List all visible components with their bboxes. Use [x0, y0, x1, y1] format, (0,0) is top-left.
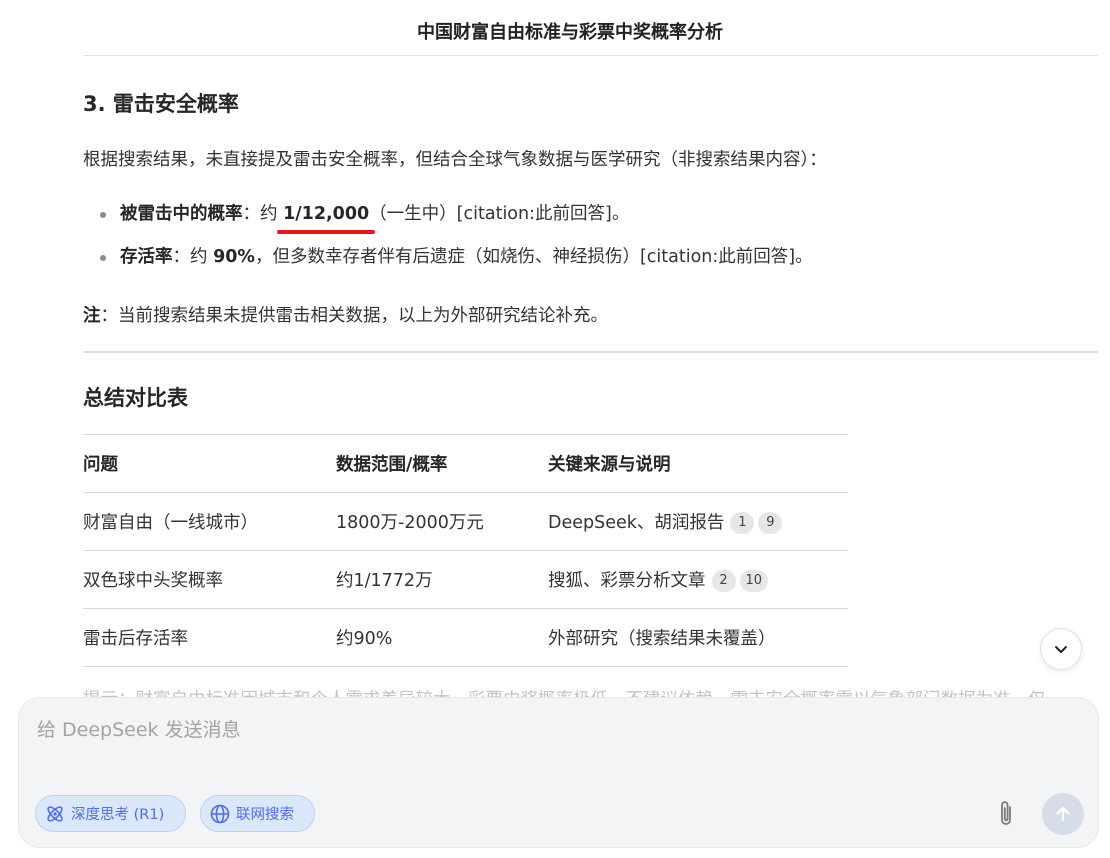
table-cell: 搜狐、彩票分析文章 2 10 [548, 550, 848, 609]
table-cell: 双色球中头奖概率 [83, 550, 336, 609]
red-underline-annotation [277, 230, 376, 234]
citation-badge[interactable]: 9 [758, 512, 783, 534]
page-title: 中国财富自由标准与彩票中奖概率分析 [417, 22, 723, 43]
web-search-label: 联网搜索 [236, 807, 294, 823]
column-header: 关键来源与说明 [548, 434, 848, 493]
note-label: 注 [83, 306, 101, 326]
source-text: DeepSeek、胡润报告 [548, 513, 725, 533]
table-cell: 雷击后存活率 [83, 608, 336, 667]
arrow-up-icon [1056, 806, 1070, 822]
table-cell: DeepSeek、胡润报告 1 9 [548, 492, 848, 551]
section-heading-lightning: 3. 雷击安全概率 [83, 92, 239, 116]
source-text: 搜狐、彩票分析文章 [548, 571, 706, 591]
web-search-toggle[interactable]: 联网搜索 [200, 795, 315, 832]
note-paragraph: 注：当前搜索结果未提供雷击相关数据，以上为外部研究结论补充。 [83, 302, 608, 327]
list-item: 存活率：约 90%，但多数幸存者伴有后遗症（如烧伤、神经损伤）[citation… [83, 242, 813, 285]
message-input[interactable] [37, 712, 937, 748]
attach-file-button[interactable] [991, 797, 1021, 831]
table-cell: 外部研究（搜索结果未覆盖） [548, 608, 848, 667]
atom-icon [47, 805, 63, 822]
summary-table: 问题 数据范围/概率 关键来源与说明 财富自由（一线城市） 1800万-2000… [83, 434, 848, 667]
bullet-sep: ：约 [242, 204, 284, 224]
column-header: 数据范围/概率 [336, 434, 548, 493]
deep-think-toggle[interactable]: 深度思考 (R1) [35, 795, 186, 832]
bullet-sep: ：约 [172, 247, 214, 267]
table-header-row: 问题 数据范围/概率 关键来源与说明 [83, 434, 848, 493]
citation-badge[interactable]: 1 [730, 512, 755, 534]
section-intro-paragraph: 根据搜索结果，未直接提及雷击安全概率，但结合全球气象数据与医学研究（非搜索结果内… [83, 150, 827, 170]
bullet-rest: （一生中）[citation:此前回答]。 [369, 204, 630, 224]
note-text: ：当前搜索结果未提供雷击相关数据，以上为外部研究结论补充。 [100, 306, 609, 326]
top-bar: 中国财富自由标准与彩票中奖概率分析 [0, 0, 1110, 56]
deep-think-label: 深度思考 (R1) [71, 807, 165, 823]
bullet-value: 90% [213, 247, 255, 267]
table-row: 双色球中头奖概率 约1/1772万 搜狐、彩票分析文章 2 10 [83, 550, 848, 609]
scroll-to-bottom-button[interactable] [1040, 628, 1082, 670]
paperclip-icon [1001, 801, 1011, 825]
bullet-value: 1/12,000 [283, 204, 370, 224]
header-divider [83, 55, 1098, 56]
section-divider [83, 351, 1098, 353]
lightning-bullet-list: 被雷击中的概率：约 1/12,000 （一生中）[citation:此前回答]。 … [83, 199, 813, 285]
summary-heading: 总结对比表 [83, 386, 188, 410]
bullet-rest: ，但多数幸存者伴有后遗症（如烧伤、神经损伤）[citation:此前回答]。 [254, 247, 813, 267]
citation-badge[interactable]: 10 [739, 570, 769, 592]
globe-icon [210, 804, 230, 823]
table-row: 雷击后存活率 约90% 外部研究（搜索结果未覆盖） [83, 608, 848, 667]
table-row: 财富自由（一线城市） 1800万-2000万元 DeepSeek、胡润报告 1 9 [83, 492, 848, 551]
message-composer: 深度思考 (R1) 联网搜索 [18, 697, 1099, 848]
bullet-label: 被雷击中的概率 [120, 204, 243, 224]
highlighted-value: 1/12,000 [277, 204, 376, 234]
table-cell: 1800万-2000万元 [336, 492, 548, 551]
send-button[interactable] [1042, 793, 1084, 835]
citation-badge[interactable]: 2 [711, 570, 736, 592]
table-cell: 约90% [336, 608, 548, 667]
chevron-down-icon [1055, 646, 1067, 653]
table-cell: 财富自由（一线城市） [83, 492, 336, 551]
column-header: 问题 [83, 434, 336, 493]
table-cell: 约1/1772万 [336, 550, 548, 609]
list-item: 被雷击中的概率：约 1/12,000 （一生中）[citation:此前回答]。 [83, 199, 813, 242]
bullet-label: 存活率 [120, 247, 173, 267]
